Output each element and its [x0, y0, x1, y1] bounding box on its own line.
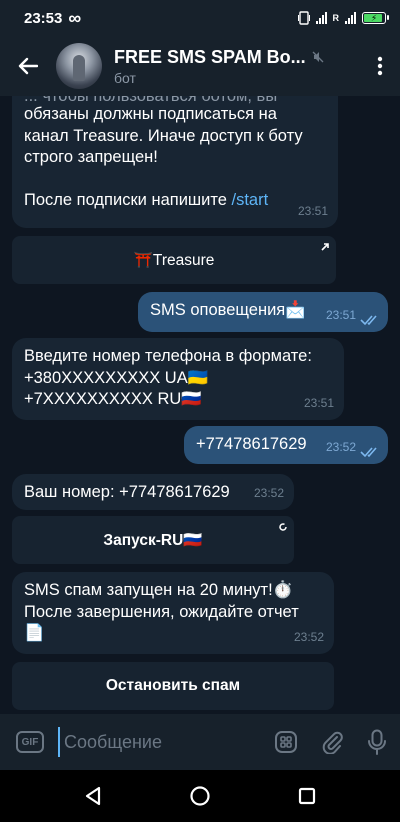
inline-button-treasure[interactable]: ⛩️Treasure — [12, 236, 336, 284]
message-line: Введите номер телефона в формате: — [24, 347, 312, 365]
message-outgoing: +77478617629 23:52 — [184, 426, 388, 464]
inline-button-label: Запуск-RU🇷🇺 — [103, 531, 203, 549]
message-input-bar: GIF — [0, 714, 400, 770]
external-link-icon — [321, 243, 329, 251]
start-command-link[interactable]: /start — [232, 191, 269, 209]
emoji-icon[interactable] — [274, 730, 298, 754]
infinity-icon: ∞ — [68, 7, 82, 28]
inline-button-launch-ru[interactable]: Запуск-RU🇷🇺 — [12, 516, 294, 564]
inline-button-stop-spam[interactable]: Остановить спам — [12, 662, 334, 710]
message-time: 23:52 — [293, 629, 324, 644]
message-partial-line: ... чтобы пользоваться ботом, вы — [24, 96, 326, 104]
message-line: +7XXXXXXXXXX RU🇷🇺 — [24, 390, 202, 408]
mic-icon[interactable] — [366, 729, 388, 755]
inline-button-label: Остановить спам — [105, 677, 241, 694]
nav-back-icon[interactable] — [84, 786, 102, 806]
message-text: Ваш номер: +77478617629 — [24, 483, 230, 501]
chat-area[interactable]: ... чтобы пользоваться ботом, вы обязаны… — [0, 96, 400, 714]
battery-icon: ⚡ — [362, 12, 389, 24]
nav-home-icon[interactable] — [189, 785, 211, 807]
message-time: 23:51 — [325, 307, 356, 322]
more-button[interactable] — [360, 36, 400, 96]
message-text: SMS оповещения📩 — [150, 301, 306, 319]
message-incoming: Ваш номер: +77478617629 23:52 — [12, 474, 294, 510]
message-line: 📄 — [24, 624, 45, 642]
chat-header: FREE SMS SPAM Bo... бот — [0, 36, 400, 96]
back-button[interactable] — [0, 36, 56, 96]
system-nav-bar — [0, 770, 400, 822]
message-text: +77478617629 — [196, 435, 307, 453]
chat-title: FREE SMS SPAM Bo... — [114, 46, 306, 67]
message-line: SMS спам запущен на 20 минут!⏱️ — [24, 581, 294, 599]
message-time: 23:52 — [325, 439, 356, 454]
chat-subtitle: бот — [114, 69, 136, 86]
message-time: 23:51 — [297, 203, 328, 218]
chat-info[interactable]: FREE SMS SPAM Bo... бот — [114, 47, 324, 86]
inline-button-label: ⛩️Treasure — [133, 251, 215, 269]
muted-icon — [312, 51, 324, 63]
status-icons: R ⚡ — [297, 11, 389, 25]
vibrate-icon — [297, 11, 310, 25]
message-line: +380XXXXXXXXX UA🇺🇦 — [24, 368, 209, 387]
signal-icon-2 — [345, 12, 356, 24]
attach-icon[interactable] — [320, 730, 344, 754]
status-bar: 23:53 ∞ R ⚡ — [0, 0, 400, 36]
message-incoming: ... чтобы пользоваться ботом, вы обязаны… — [12, 96, 338, 228]
message-text: обязаны должны подписаться на канал Trea… — [24, 105, 303, 166]
read-ticks-icon — [360, 447, 377, 458]
message-input[interactable] — [58, 727, 238, 757]
signal-icon — [315, 12, 327, 24]
message-time: 23:52 — [253, 485, 284, 500]
more-vertical-icon — [377, 56, 383, 76]
message-incoming: Введите номер телефона в формате: +380XX… — [12, 338, 344, 420]
avatar[interactable] — [56, 43, 102, 89]
back-arrow-icon — [18, 57, 38, 75]
roaming-label: R — [332, 13, 340, 23]
message-text-2: После подписки напишите /start — [24, 190, 269, 209]
nav-recents-icon[interactable] — [298, 787, 316, 805]
status-time: 23:53 — [24, 9, 63, 27]
message-incoming: SMS спам запущен на 20 минут!⏱️ После за… — [12, 572, 334, 654]
read-ticks-icon — [360, 315, 377, 326]
loading-icon — [279, 523, 287, 531]
message-line: После завершения, ожидайте отчет — [24, 602, 299, 621]
message-time: 23:51 — [303, 395, 334, 410]
gif-icon[interactable]: GIF — [16, 731, 44, 753]
message-outgoing: SMS оповещения📩 23:51 — [138, 292, 388, 332]
